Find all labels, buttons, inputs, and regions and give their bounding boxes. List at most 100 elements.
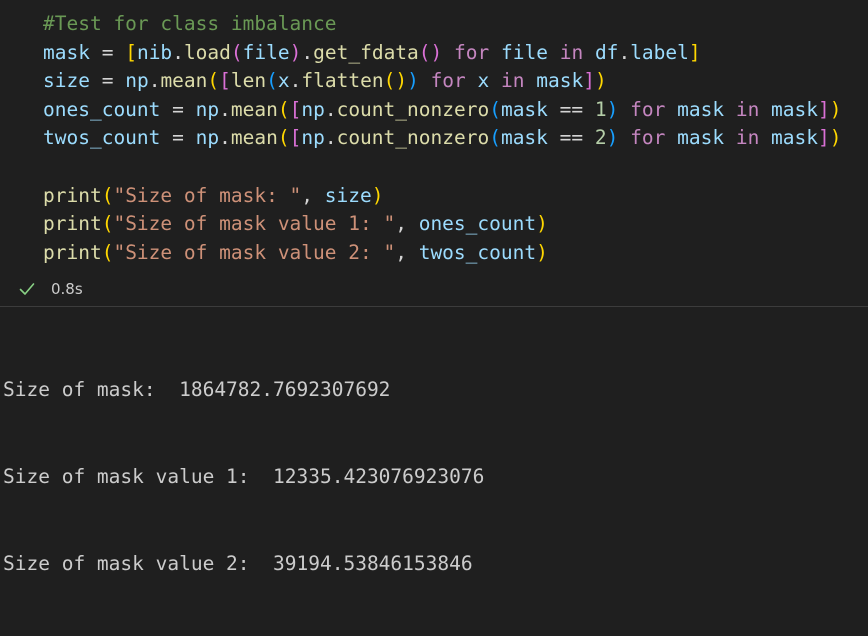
- code-line[interactable]: size = np.mean([len(x.flatten()) for x i…: [43, 67, 842, 96]
- code-line[interactable]: print("Size of mask value 2: ", twos_cou…: [43, 239, 842, 268]
- code-token: for: [454, 40, 490, 64]
- code-token: ]: [688, 40, 701, 64]
- code-token: ]: [818, 97, 830, 121]
- code-token: for: [630, 126, 666, 150]
- code-token: load: [183, 40, 231, 64]
- code-token: (: [101, 240, 114, 264]
- code-token: mask: [759, 126, 819, 150]
- code-token: flatten: [301, 69, 384, 93]
- code-token: print: [43, 183, 102, 207]
- code-token: [: [289, 97, 302, 121]
- code-token: (: [207, 69, 220, 93]
- code-token: ,: [395, 212, 419, 236]
- code-line[interactable]: ones_count = np.mean([np.count_nonzero(m…: [43, 96, 842, 125]
- code-token: size: [324, 183, 372, 207]
- code-token: ones_count: [418, 212, 537, 236]
- code-token: mask: [500, 126, 548, 150]
- code-token: in: [735, 126, 760, 150]
- code-token: "Size of mask value 2: ": [113, 240, 396, 264]
- code-token: [: [289, 126, 302, 150]
- code-token: .: [301, 40, 314, 64]
- execution-duration: 0.8s: [51, 280, 83, 298]
- code-token: x: [277, 69, 290, 93]
- code-token: .: [324, 97, 337, 121]
- code-token: ): [536, 240, 548, 264]
- code-token: "Size of mask: ": [113, 183, 302, 207]
- check-icon: [18, 280, 36, 298]
- code-token: =: [160, 126, 196, 150]
- code-token: mask: [524, 69, 584, 93]
- code-token: count_nonzero: [336, 126, 490, 150]
- code-line[interactable]: twos_count = np.mean([np.count_nonzero(m…: [43, 124, 842, 153]
- code-token: file: [489, 40, 560, 64]
- code-token: =: [89, 40, 126, 64]
- code-token: .: [324, 126, 337, 150]
- code-token: mask: [500, 97, 548, 121]
- code-token: ): [407, 69, 419, 93]
- code-token: ==: [547, 97, 595, 121]
- code-token: np: [195, 97, 220, 121]
- code-token: in: [735, 97, 760, 121]
- code-token: 1: [594, 97, 607, 121]
- code-token: mean: [230, 126, 278, 150]
- notebook-cell[interactable]: #Test for class imbalance mask = [nib.loa…: [0, 0, 868, 575]
- code-token: print: [43, 240, 102, 264]
- code-token: (: [101, 212, 114, 236]
- code-token: .: [219, 126, 231, 150]
- code-token: ): [371, 183, 384, 207]
- output-line: Size of mask value 2: 39194.53846153846: [3, 552, 473, 575]
- code-token: file: [242, 40, 290, 64]
- code-token: in: [501, 69, 525, 93]
- code-token: mask: [665, 126, 736, 150]
- code-token: ): [606, 97, 619, 121]
- code-line[interactable]: mask = [nib.load(file).get_fdata() for f…: [43, 39, 842, 68]
- code-token: (): [383, 69, 408, 93]
- code-token: (: [101, 183, 114, 207]
- code-token: =: [160, 97, 196, 121]
- code-line[interactable]: [43, 153, 842, 182]
- code-token: df: [583, 40, 619, 64]
- code-token: np: [301, 97, 325, 121]
- code-token: size: [43, 69, 90, 93]
- code-token: ): [289, 40, 302, 64]
- code-token: label: [630, 40, 689, 64]
- code-token: .: [172, 40, 184, 64]
- code-token: (: [230, 40, 243, 64]
- code-line[interactable]: print("Size of mask: ", size): [43, 182, 842, 211]
- code-line[interactable]: print("Size of mask value 1: ", ones_cou…: [43, 210, 842, 239]
- code-token: [: [125, 40, 137, 64]
- code-token: mask: [759, 97, 819, 121]
- code-token: (): [418, 40, 443, 64]
- code-token: np: [301, 126, 325, 150]
- code-token: ): [594, 69, 607, 93]
- code-token: ]: [818, 126, 830, 150]
- code-token: (: [277, 126, 290, 150]
- code-line[interactable]: #Test for class imbalance: [43, 10, 842, 39]
- code-token: .: [219, 97, 231, 121]
- code-token: in: [559, 40, 584, 64]
- code-token: ): [829, 97, 842, 121]
- code-token: for: [430, 69, 466, 93]
- code-token: nib: [136, 40, 173, 64]
- code-token: ): [606, 126, 619, 150]
- code-token: twos_count: [43, 126, 161, 150]
- code-token: (: [277, 97, 290, 121]
- code-token: ): [829, 126, 842, 150]
- code-editor[interactable]: #Test for class imbalance mask = [nib.loa…: [43, 10, 842, 267]
- code-token: mean: [230, 97, 278, 121]
- code-token: ): [536, 212, 548, 236]
- code-token: print: [43, 212, 102, 236]
- code-token: ==: [547, 126, 595, 150]
- execution-status: 0.8s: [18, 278, 83, 300]
- code-token: count_nonzero: [336, 97, 490, 121]
- code-token: ,: [301, 183, 325, 207]
- code-token: twos_count: [418, 240, 537, 264]
- output-line: Size of mask value 1: 12335.423076923076: [3, 465, 485, 488]
- code-token: =: [89, 69, 126, 93]
- code-token: x: [465, 69, 502, 93]
- code-token: (: [266, 69, 278, 93]
